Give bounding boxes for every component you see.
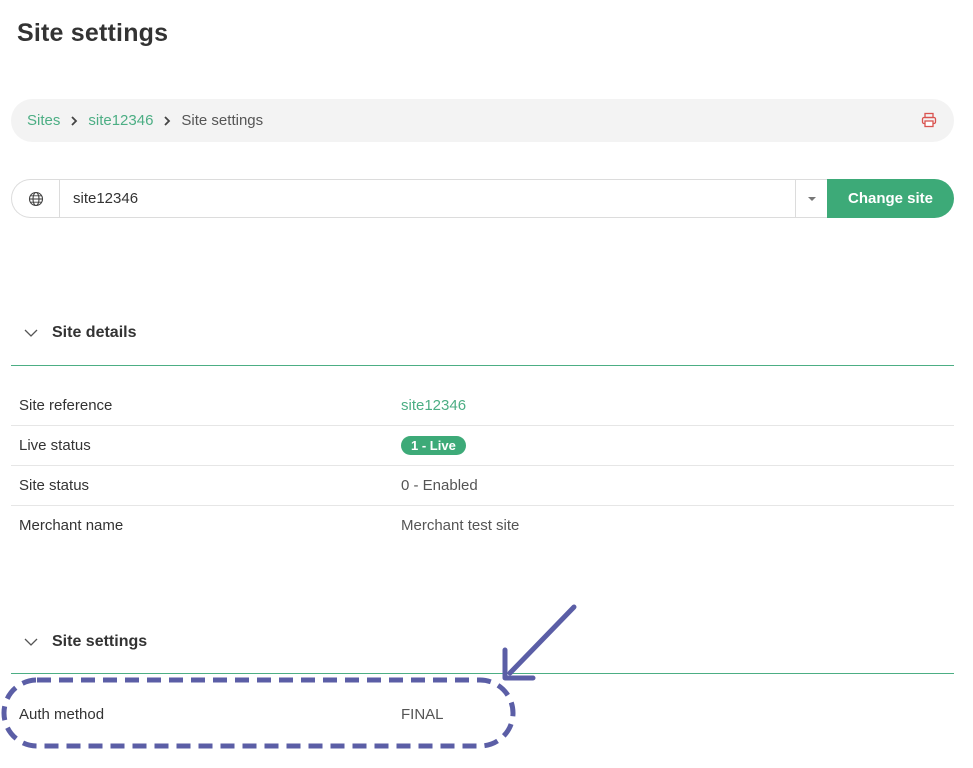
detail-row: Live status 1 - Live [11, 426, 954, 466]
section-header-site-settings[interactable]: Site settings [11, 620, 954, 664]
change-site-button[interactable]: Change site [827, 179, 954, 218]
printer-icon[interactable] [920, 111, 938, 129]
site-reference-link[interactable]: site12346 [401, 397, 466, 414]
detail-row: Merchant name Merchant test site [11, 505, 954, 545]
detail-row: Site status 0 - Enabled [11, 466, 954, 506]
page-title: Site settings [17, 19, 169, 47]
row-label: Merchant name [19, 516, 124, 534]
chevron-down-icon [11, 638, 51, 646]
site-input[interactable] [60, 180, 795, 217]
breadcrumb-site-link[interactable]: site12346 [88, 112, 153, 129]
site-select-box [11, 179, 827, 218]
section-title: Site details [52, 324, 137, 341]
row-label: Live status [19, 437, 91, 454]
row-label: Site status [19, 477, 90, 494]
row-label: Site reference [19, 397, 113, 414]
settings-row: Auth method FINAL [11, 694, 954, 734]
breadcrumb-sites-link[interactable]: Sites [27, 112, 60, 129]
row-value: Merchant test site [401, 516, 520, 534]
breadcrumb-current: Site settings [181, 112, 264, 129]
section-header-site-details[interactable]: Site details [11, 311, 954, 355]
page: Site settings Sites site12346 Site setti… [0, 0, 973, 768]
row-value: FINAL [401, 705, 444, 723]
row-label: Auth method [19, 705, 105, 723]
chevron-right-icon [153, 115, 181, 126]
live-status-badge: 1 - Live [401, 436, 466, 455]
chevron-down-icon [11, 329, 51, 337]
breadcrumb: Sites site12346 Site settings [11, 99, 954, 142]
caret-down-icon[interactable] [795, 180, 827, 217]
row-value: 0 - Enabled [401, 477, 478, 494]
globe-icon [12, 180, 60, 217]
site-selector: Change site [11, 179, 954, 218]
section-divider [11, 365, 954, 366]
section-divider [11, 673, 954, 674]
detail-row: Site reference site12346 [11, 386, 954, 426]
section-title: Site settings [52, 633, 148, 650]
chevron-right-icon [60, 115, 88, 126]
